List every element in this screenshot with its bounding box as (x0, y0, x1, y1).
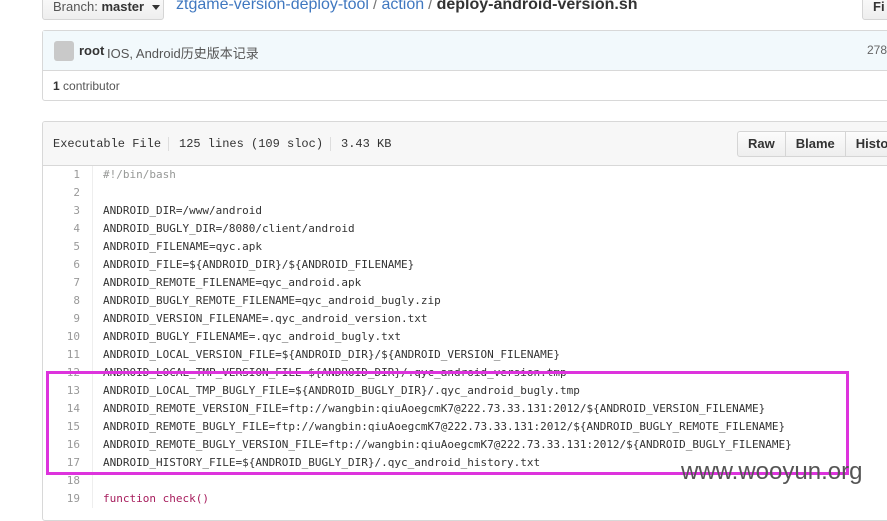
breadcrumb-separator: / (428, 0, 433, 13)
line-number[interactable]: 12 (43, 364, 93, 382)
line-code: ANDROID_LOCAL_VERSION_FILE=${ANDROID_DIR… (103, 348, 560, 361)
line-code: ANDROID_VERSION_FILENAME=.qyc_android_ve… (103, 312, 428, 325)
file-size: 3.43 KB (330, 137, 391, 151)
line-code: ANDROID_REMOTE_VERSION_FILE=ftp://wangbi… (103, 402, 766, 415)
branch-prefix: Branch: (53, 0, 98, 14)
line-number[interactable]: 3 (43, 202, 93, 220)
code-line: 3 ANDROID_DIR=/www/android (43, 202, 887, 220)
commit-author[interactable]: root (79, 43, 104, 58)
commit-summary: root IOS, Android历史版本记录 278 (43, 31, 887, 71)
line-code: ANDROID_DIR=/www/android (103, 204, 262, 217)
code-line: 10 ANDROID_BUGLY_FILENAME=.qyc_android_bu… (43, 328, 887, 346)
history-button[interactable]: History (844, 131, 887, 157)
avatar[interactable] (54, 41, 74, 61)
code-line: 1 #!/bin/bash (43, 166, 887, 184)
code-line: 19 function check() (43, 490, 887, 508)
commit-message[interactable]: IOS, Android历史版本记录 (107, 43, 259, 62)
line-code: #!/bin/bash (103, 168, 176, 181)
line-number[interactable]: 7 (43, 274, 93, 292)
file-line-count: 125 lines (109 sloc) (168, 137, 323, 151)
line-code: ANDROID_REMOTE_BUGLY_FILE=ftp://wangbin:… (103, 420, 786, 433)
find-file-button[interactable]: Fi (862, 0, 887, 20)
code-line: 11 ANDROID_LOCAL_VERSION_FILE=${ANDROID_D… (43, 346, 887, 364)
blame-button[interactable]: Blame (784, 131, 846, 157)
breadcrumb-separator: / (372, 0, 378, 13)
breadcrumb-folder-link[interactable]: action (381, 0, 424, 13)
line-number[interactable]: 5 (43, 238, 93, 256)
breadcrumb-file-name: deploy-android-version.sh (436, 0, 638, 13)
line-code: ANDROID_REMOTE_BUGLY_VERSION_FILE=ftp://… (103, 438, 792, 451)
caret-down-icon (151, 5, 160, 11)
line-code: ANDROID_LOCAL_TMP_VERSION_FILE=${ANDROID… (103, 366, 567, 379)
line-code: ANDROID_HISTORY_FILE=${ANDROID_BUGLY_DIR… (103, 456, 541, 469)
code-line: 12 ANDROID_LOCAL_TMP_VERSION_FILE=${ANDRO… (43, 364, 887, 382)
contributor-count: 1 (53, 79, 60, 93)
line-number[interactable]: 1 (43, 166, 93, 184)
code-line: 16 ANDROID_REMOTE_BUGLY_VERSION_FILE=ftp:… (43, 436, 887, 454)
commit-tease: root IOS, Android历史版本记录 278 1 contributo… (42, 30, 887, 101)
branch-select-button[interactable]: Branch: master (42, 0, 164, 20)
file-actions: Raw Blame History (737, 131, 887, 157)
code-line: 6 ANDROID_FILE=${ANDROID_DIR}/${ANDROID_F… (43, 256, 887, 274)
code-line: 9 ANDROID_VERSION_FILENAME=.qyc_android_v… (43, 310, 887, 328)
line-code: ANDROID_BUGLY_FILENAME=.qyc_android_bugl… (103, 330, 402, 343)
line-number[interactable]: 16 (43, 436, 93, 454)
code-line: 14 ANDROID_REMOTE_VERSION_FILE=ftp://wang… (43, 400, 887, 418)
watermark: www.wooyun.org (681, 458, 863, 485)
line-number[interactable]: 9 (43, 310, 93, 328)
line-number[interactable]: 19 (43, 490, 93, 508)
line-code: ANDROID_FILENAME=qyc.apk (103, 240, 262, 253)
code-line: 13 ANDROID_LOCAL_TMP_BUGLY_FILE=${ANDROID… (43, 382, 887, 400)
code-listing: 1 #!/bin/bash 2 3 ANDROID_DIR=/www/android 4 A… (43, 166, 887, 508)
breadcrumb: ztgame-version-deploy-tool / action / deploy… (176, 0, 638, 14)
line-number[interactable]: 10 (43, 328, 93, 346)
raw-button[interactable]: Raw (737, 131, 786, 157)
breadcrumb-repo-link[interactable]: ztgame-version-deploy-tool (176, 0, 369, 13)
line-number[interactable]: 8 (43, 292, 93, 310)
line-number[interactable]: 17 (43, 454, 93, 472)
line-number[interactable]: 6 (43, 256, 93, 274)
line-number[interactable]: 18 (43, 472, 93, 490)
file-mode: Executable File (53, 137, 162, 151)
contributor-label: contributor (63, 79, 120, 93)
line-number[interactable]: 4 (43, 220, 93, 238)
line-code: ANDROID_LOCAL_TMP_BUGLY_FILE=${ANDROID_B… (103, 384, 580, 397)
code-line: 15 ANDROID_REMOTE_BUGLY_FILE=ftp://wangbi… (43, 418, 887, 436)
line-number[interactable]: 11 (43, 346, 93, 364)
line-code: ANDROID_BUGLY_REMOTE_FILENAME=qyc_androi… (103, 294, 441, 307)
branch-name: master (101, 0, 145, 14)
contributors-summary[interactable]: 1 contributor (53, 79, 120, 93)
file-header: Executable File 125 lines (109 sloc) 3.4… (43, 122, 887, 166)
code-line: 7 ANDROID_REMOTE_FILENAME=qyc_android.apk (43, 274, 887, 292)
line-code: ANDROID_REMOTE_FILENAME=qyc_android.apk (103, 276, 362, 289)
line-number[interactable]: 15 (43, 418, 93, 436)
code-line: 4 ANDROID_BUGLY_DIR=/8080/client/android (43, 220, 887, 238)
line-number[interactable]: 2 (43, 184, 93, 202)
line-number[interactable]: 13 (43, 382, 93, 400)
commit-sha[interactable]: 278 (867, 43, 887, 57)
line-code: function check() (103, 492, 209, 505)
code-line: 2 (43, 184, 887, 202)
line-code: ANDROID_FILE=${ANDROID_DIR}/${ANDROID_FI… (103, 258, 415, 271)
code-line: 5 ANDROID_FILENAME=qyc.apk (43, 238, 887, 256)
line-number[interactable]: 14 (43, 400, 93, 418)
code-line: 8 ANDROID_BUGLY_REMOTE_FILENAME=qyc_andro… (43, 292, 887, 310)
line-code: ANDROID_BUGLY_DIR=/8080/client/android (103, 222, 355, 235)
